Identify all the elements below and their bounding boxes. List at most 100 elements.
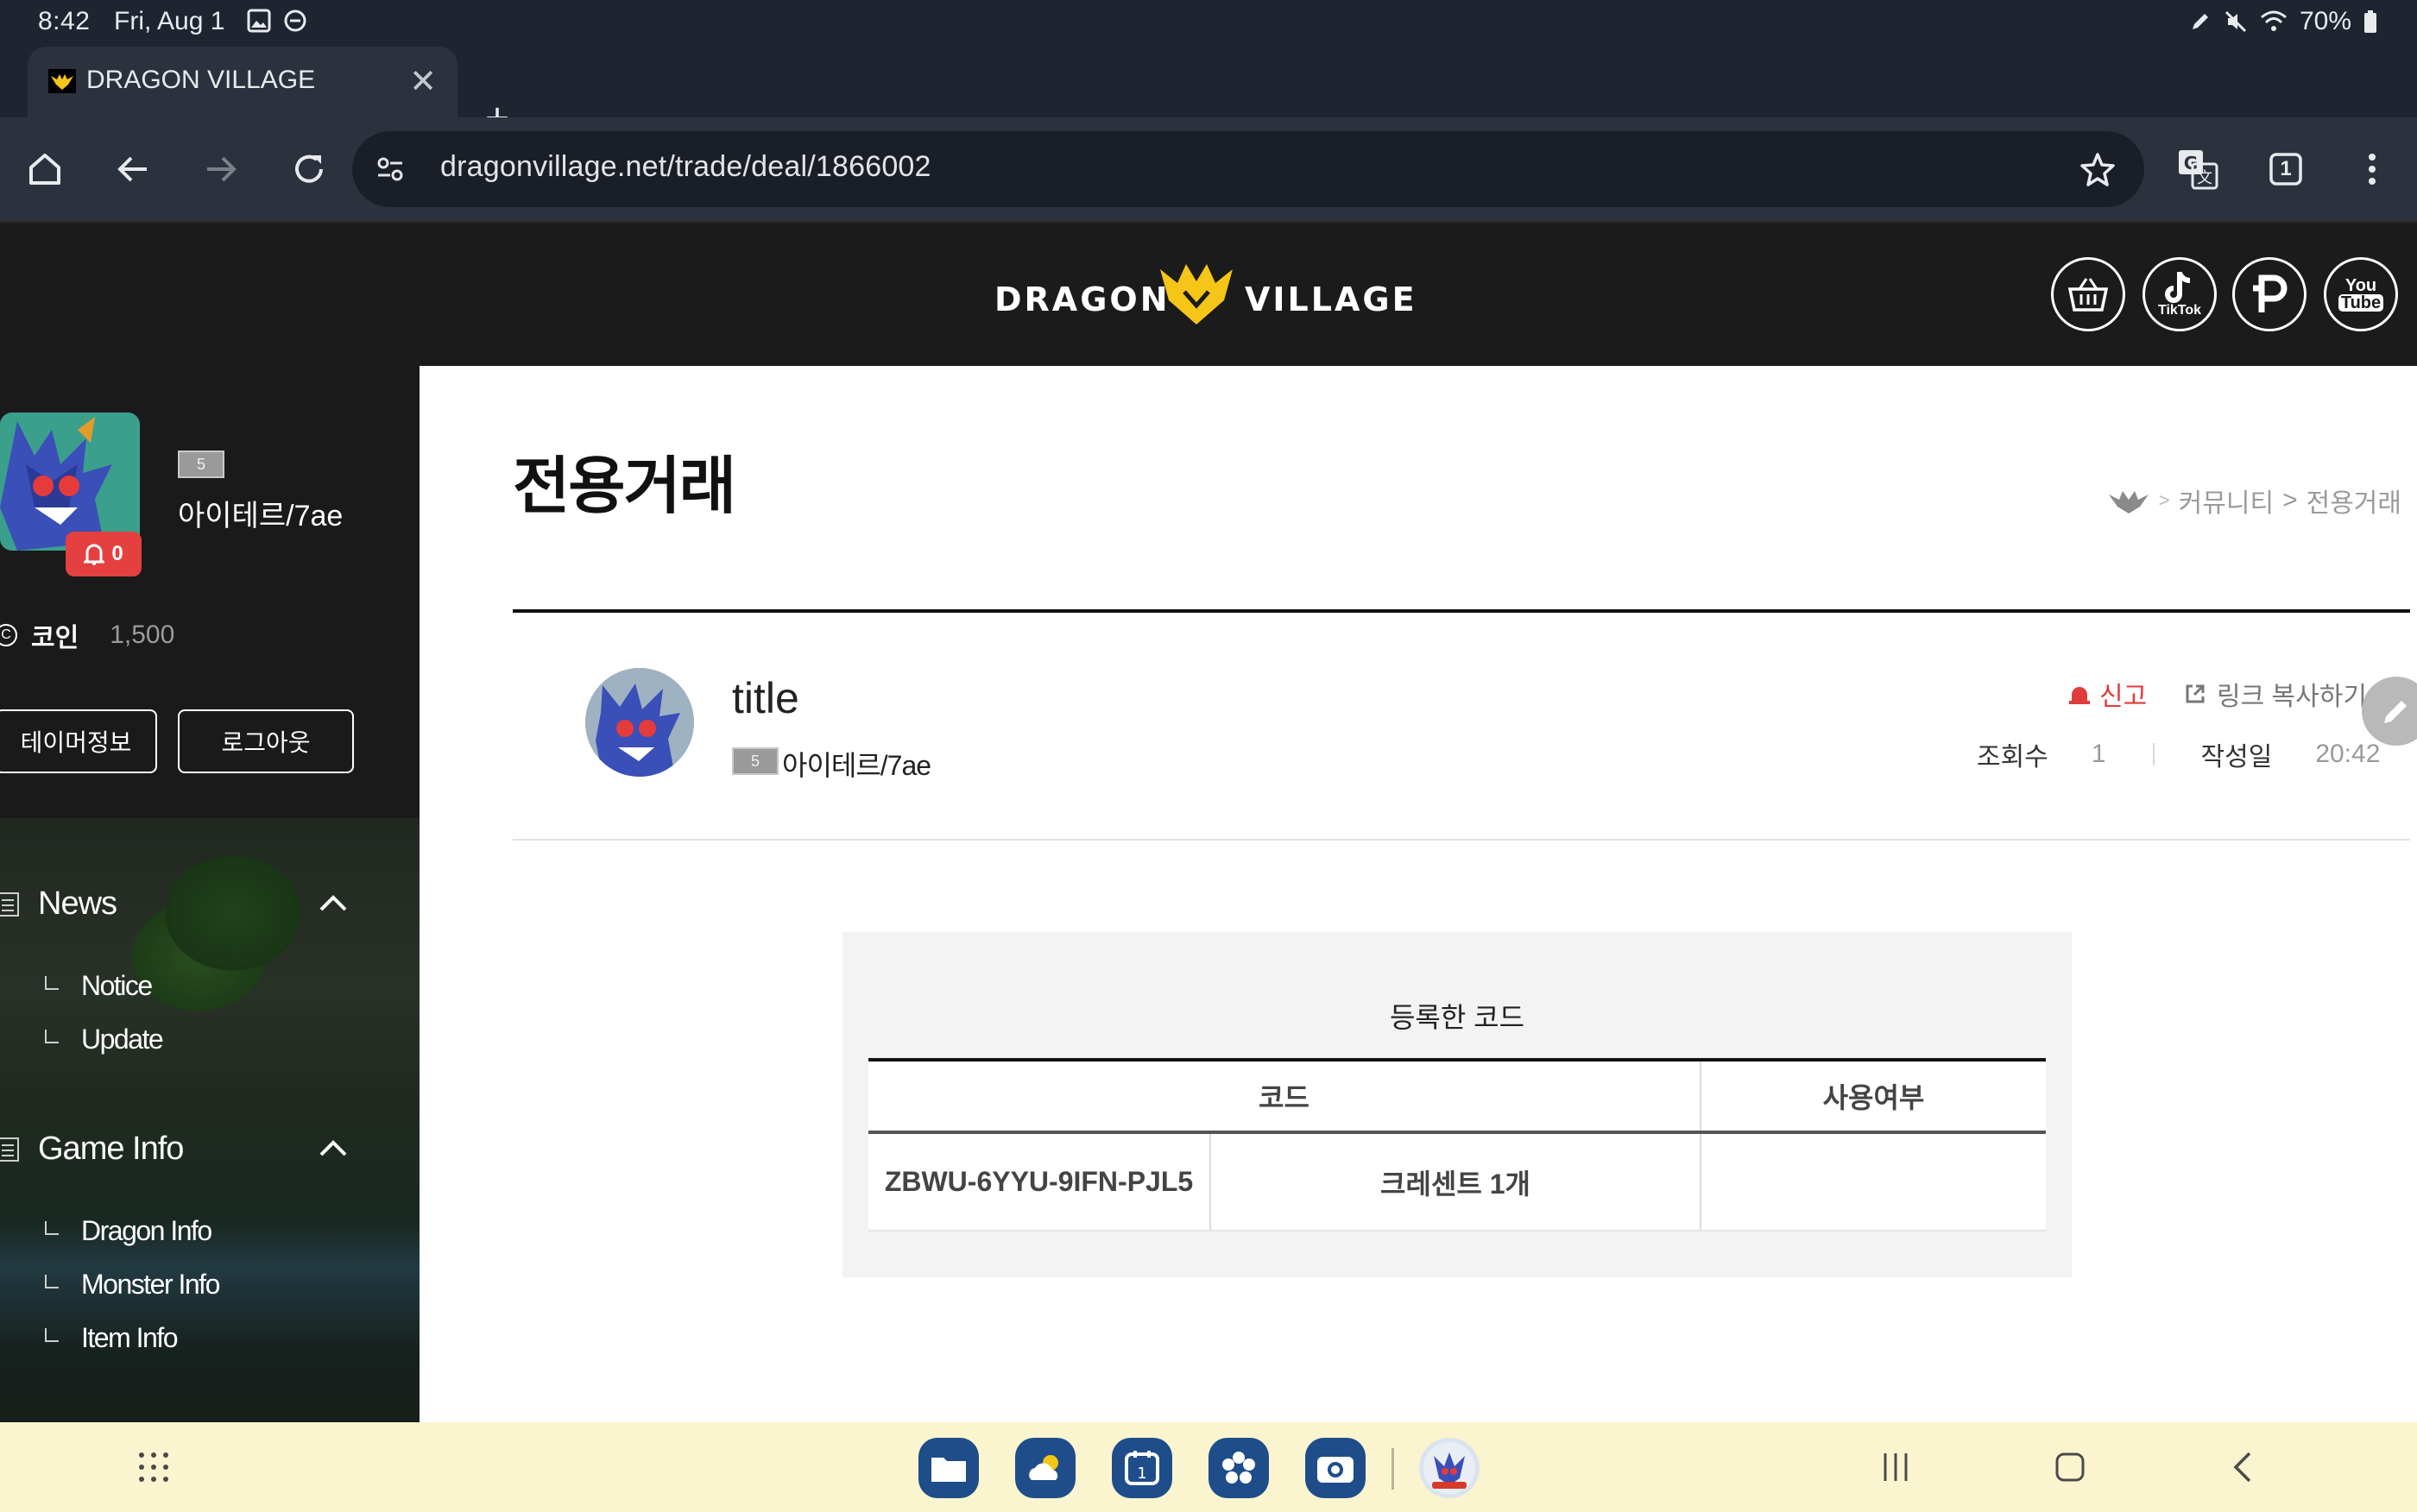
menu-section-news[interactable]: News — [0, 885, 117, 923]
coin-icon: C — [0, 624, 17, 646]
shop-button[interactable] — [2051, 257, 2125, 331]
back-nav-icon[interactable] — [2231, 1450, 2255, 1484]
breadcrumb: > 커뮤니티 > 전용거래 — [2107, 482, 2401, 520]
user-nickname: 아이테르/7ae — [178, 500, 344, 532]
breadcrumb-parent[interactable]: 커뮤니티 — [2179, 482, 2274, 520]
calendar-app-icon[interactable]: 1 — [1112, 1438, 1172, 1498]
tab-title: DRAGON VILLAGE — [86, 66, 316, 94]
site-settings-icon[interactable] — [375, 154, 406, 185]
breadcrumb-separator: > — [2282, 486, 2298, 514]
dragon-village-logo[interactable]: DRAGON VILLAGE — [994, 257, 1417, 333]
tiktok-icon — [2165, 272, 2191, 303]
date-label: 작성일 — [2200, 743, 2273, 772]
used-cell — [1700, 1132, 2046, 1232]
svg-text:文: 文 — [2197, 169, 2212, 187]
tab-count: 1 — [2280, 157, 2292, 180]
forward-button[interactable] — [195, 143, 247, 195]
author-avatar-image — [585, 668, 694, 777]
views-value: 1 — [2091, 740, 2106, 768]
files-app-icon[interactable] — [918, 1438, 979, 1498]
mute-icon — [2225, 10, 2247, 33]
reward-cell: 크레센트 1개 — [1209, 1132, 1701, 1232]
coin-label: 코인 — [31, 624, 79, 652]
bell-icon — [84, 544, 105, 565]
more-vert-icon — [2369, 154, 2376, 185]
chevron-up-icon[interactable] — [316, 1131, 350, 1165]
chevron-up-icon[interactable] — [316, 885, 350, 920]
date-value: 20:42 — [2315, 740, 2381, 768]
report-button[interactable]: 신고 — [2068, 675, 2147, 713]
home-button[interactable] — [19, 143, 71, 195]
pencil-icon — [2384, 701, 2407, 723]
status-time: 8:42 — [38, 7, 91, 35]
menu-item-dragon-info[interactable]: Dragon Info — [45, 1215, 212, 1247]
copy-link-button[interactable]: 링크 복사하기 — [2184, 675, 2367, 713]
app-drawer-icon[interactable] — [136, 1450, 171, 1484]
tab-switcher-button[interactable]: 1 — [2260, 143, 2312, 195]
page-title: 전용거래 — [513, 452, 736, 521]
logout-button[interactable]: 로그아웃 — [178, 709, 354, 773]
menu-item-notice[interactable]: Notice — [45, 970, 153, 1002]
siren-icon — [2069, 687, 2090, 704]
list-icon — [0, 891, 19, 917]
tiktok-label: TikTok — [2157, 303, 2202, 318]
tab-close-icon[interactable]: ✕ — [406, 62, 440, 101]
battery-icon — [2364, 10, 2376, 33]
notification-badge[interactable]: 0 — [66, 532, 142, 576]
pixiv-button[interactable] — [2232, 257, 2307, 331]
author-avatar[interactable] — [585, 668, 694, 777]
menu-section-game-info[interactable]: Game Info — [0, 1131, 184, 1168]
shop-basket-icon — [2067, 278, 2109, 312]
browser-tab-strip: DRAGON VILLAGE ✕ + — [0, 45, 2417, 140]
back-arrow-icon — [117, 156, 147, 182]
address-bar[interactable]: dragonvillage.net/trade/deal/1866002 — [352, 131, 2144, 207]
bookmark-star-icon[interactable] — [2079, 150, 2117, 188]
browser-tab[interactable]: DRAGON VILLAGE ✕ — [28, 47, 458, 117]
menu-item-item-info[interactable]: Item Info — [45, 1322, 179, 1354]
menu-item-label: Dragon Info — [81, 1215, 212, 1246]
post-author[interactable]: 아이테르/7ae — [782, 744, 931, 784]
youtube-button[interactable]: You Tube — [2324, 257, 2398, 331]
menu-item-monster-info[interactable]: Monster Info — [45, 1269, 220, 1301]
menu-item-update[interactable]: Update — [45, 1024, 164, 1055]
breadcrumb-current: 전용거래 — [2306, 489, 2401, 518]
camera-app-icon[interactable] — [1305, 1438, 1366, 1498]
menu-item-label: Monster Info — [81, 1269, 220, 1300]
avatar[interactable] — [0, 413, 140, 551]
menu-item-label: Update — [81, 1024, 164, 1055]
sidebar-menu: News Notice Update Game Info Dragon Info… — [0, 818, 420, 1422]
post-meta: 조회수 1 작성일 20:42 — [1977, 735, 2380, 773]
codes-title: 등록한 코드 — [1389, 1002, 1525, 1033]
table-header-row: 코드 사용여부 — [868, 1060, 2046, 1134]
registered-codes-panel: 등록한 코드 코드 사용여부 ZBWU-6YYU-9IFN-PJL5 크레센트 … — [842, 932, 2072, 1277]
battery-percent: 70% — [2299, 7, 2351, 35]
menu-button[interactable] — [2346, 143, 2398, 195]
tamer-info-button[interactable]: 테이머정보 — [0, 709, 157, 773]
author-level-badge: 5 — [732, 747, 779, 775]
recent-apps-icon[interactable] — [1878, 1452, 1913, 1483]
code-cell[interactable]: ZBWU-6YYU-9IFN-PJL5 — [868, 1132, 1210, 1232]
logo-left-text: DRAGON — [994, 280, 1171, 318]
menu-section-title: News — [38, 885, 117, 922]
left-sidebar: 0 5 아이테르/7ae C 코인 1,500 테이머정보 로그아웃 News … — [0, 366, 420, 1422]
home-nav-icon[interactable] — [2054, 1452, 2086, 1483]
coin-row: C 코인 1,500 — [0, 616, 174, 654]
dragon-village-app-icon[interactable] — [1419, 1438, 1480, 1498]
bixby-app-icon[interactable] — [1208, 1438, 1269, 1498]
gallery-icon — [247, 9, 271, 33]
reload-button[interactable] — [283, 143, 335, 195]
main-content: 전용거래 > 커뮤니티 > 전용거래 title 5 아이테르/7ae 신고 링… — [420, 366, 2417, 1422]
column-header-code: 코드 — [868, 1060, 1701, 1134]
weather-app-icon[interactable] — [1015, 1438, 1076, 1498]
dock-divider — [1392, 1448, 1394, 1490]
codes-table: 코드 사용여부 ZBWU-6YYU-9IFN-PJL5 크레센트 1개 — [868, 1058, 2046, 1232]
notification-count: 0 — [111, 542, 123, 565]
back-button[interactable] — [107, 143, 159, 195]
dragon-home-icon[interactable] — [2107, 488, 2150, 513]
tiktok-button[interactable]: TikTok — [2142, 257, 2217, 331]
translate-button[interactable]: G文 — [2172, 143, 2224, 195]
url-text[interactable]: dragonvillage.net/trade/deal/1866002 — [440, 150, 931, 184]
home-icon — [29, 154, 60, 185]
table-row: ZBWU-6YYU-9IFN-PJL5 크레센트 1개 — [868, 1132, 2046, 1232]
forward-arrow-icon — [207, 156, 237, 182]
